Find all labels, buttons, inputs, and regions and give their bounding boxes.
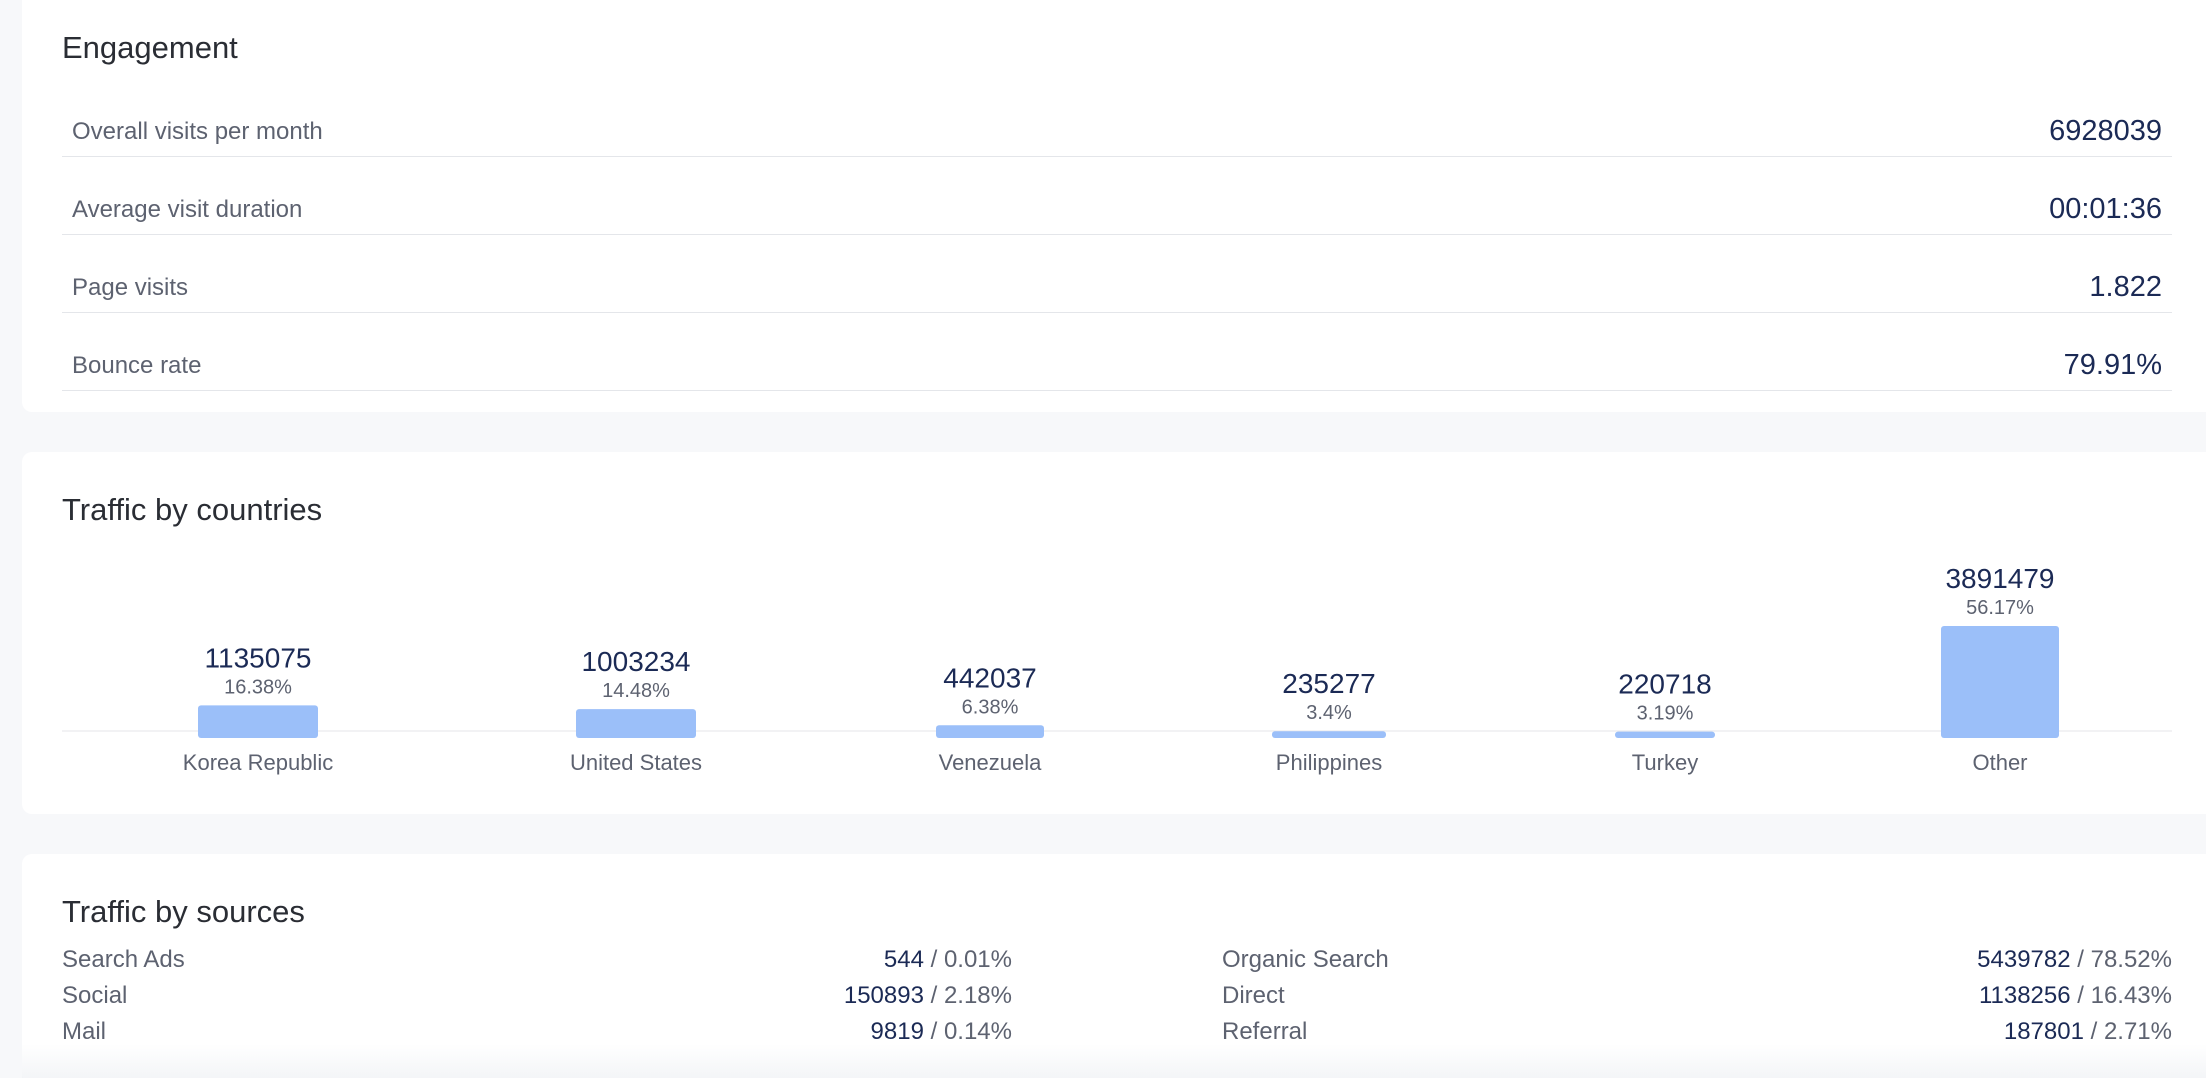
sources-card: Traffic by sources Search Ads 544 / 0.01… xyxy=(22,854,2206,1078)
engagement-label: Overall visits per month xyxy=(72,118,323,145)
source-value: 5439782 / 78.52% xyxy=(1977,946,2172,974)
source-value: 150893 / 2.18% xyxy=(844,982,1012,1010)
engagement-row-visits: Overall visits per month 6928039 xyxy=(62,80,2172,157)
engagement-row-bounce-rate: Bounce rate 79.91% xyxy=(62,314,2172,391)
source-label: Mail xyxy=(62,1018,107,1045)
source-count: 544 xyxy=(883,946,924,973)
engagement-title: Engagement xyxy=(62,30,238,65)
category-label: United States xyxy=(570,750,702,775)
countries-bar-chart: 1135075 16.38% Korea Republic 1003234 14.48%… xyxy=(62,563,2172,775)
bar-percent-label: 6.38% xyxy=(962,696,1019,718)
engagement-value: 1.822 xyxy=(2089,271,2162,303)
source-row-social: Social 150893 / 2.18% xyxy=(62,982,1012,1018)
bar-value-label: 1003234 xyxy=(581,646,690,677)
bar-value-label: 442037 xyxy=(943,662,1036,693)
bar-percent-label: 3.19% xyxy=(1637,703,1694,725)
source-label: Referral xyxy=(1222,1018,1308,1045)
bar-percent-label: 16.38% xyxy=(224,676,292,698)
source-count: 9819 xyxy=(870,1018,924,1045)
sources-column-right: Organic Search 5439782 / 78.52% Direct 1… xyxy=(1222,946,2172,1054)
engagement-label: Page visits xyxy=(72,274,189,301)
source-count: 5439782 xyxy=(1977,946,2071,973)
source-row-direct: Direct 1138256 / 16.43% xyxy=(1222,982,2172,1018)
category-label: Philippines xyxy=(1276,750,1382,775)
bar-percent-label: 3.4% xyxy=(1306,702,1352,724)
source-label: Direct xyxy=(1222,982,1285,1009)
source-percent: / 2.18% xyxy=(923,982,1012,1009)
source-percent: / 0.14% xyxy=(923,1018,1012,1045)
engagement-label: Bounce rate xyxy=(72,352,202,379)
engagement-value: 6928039 xyxy=(2049,115,2162,147)
source-row-mail: Mail 9819 / 0.14% xyxy=(62,1018,1012,1054)
sources-column-left: Search Ads 544 / 0.01% Social 150893 / 2… xyxy=(62,946,1012,1054)
bar xyxy=(576,709,696,738)
source-count: 150893 xyxy=(843,982,924,1009)
category-label: Turkey xyxy=(1632,750,1698,775)
bar xyxy=(198,705,318,738)
source-label: Organic Search xyxy=(1222,946,1389,973)
source-value: 187801 / 2.71% xyxy=(2004,1018,2172,1046)
bar xyxy=(936,725,1044,738)
sources-title: Traffic by sources xyxy=(62,894,305,929)
page: Engagement Overall visits per month 6928… xyxy=(0,0,2206,1078)
engagement-card: Engagement Overall visits per month 6928… xyxy=(22,0,2206,412)
source-row-organic-search: Organic Search 5439782 / 78.52% xyxy=(1222,946,2172,982)
countries-title: Traffic by countries xyxy=(62,492,323,527)
countries-card: Traffic by countries 1135075 16.38% Korea … xyxy=(22,452,2206,814)
source-row-search-ads: Search Ads 544 / 0.01% xyxy=(62,946,1012,982)
bar xyxy=(1941,626,2059,738)
source-row-referral: Referral 187801 / 2.71% xyxy=(1222,1018,2172,1054)
source-value: 9819 / 0.14% xyxy=(871,1018,1012,1046)
category-label: Other xyxy=(1972,750,2027,775)
bar-value-label: 220718 xyxy=(1618,669,1711,700)
source-count: 1138256 xyxy=(1978,982,2071,1009)
category-label: Korea Republic xyxy=(183,750,333,775)
source-label: Search Ads xyxy=(62,946,185,973)
bar xyxy=(1615,731,1715,738)
source-label: Social xyxy=(62,982,128,1009)
source-percent: / 0.01% xyxy=(923,946,1012,973)
source-value: 544 / 0.01% xyxy=(884,946,1012,974)
engagement-label: Average visit duration xyxy=(72,196,303,223)
bar-value-label: 1135075 xyxy=(205,642,312,673)
bar-value-label: 235277 xyxy=(1282,668,1375,699)
engagement-list: Overall visits per month 6928039 Average… xyxy=(62,80,2172,391)
bar-value-label: 3891479 xyxy=(1945,563,2054,594)
engagement-value: 79.91% xyxy=(2063,349,2162,381)
source-value: 1138256 / 16.43% xyxy=(1979,982,2172,1010)
source-percent: / 2.71% xyxy=(2083,1018,2172,1045)
category-label: Venezuela xyxy=(939,750,1043,775)
bar-percent-label: 56.17% xyxy=(1966,597,2034,619)
engagement-row-duration: Average visit duration 00:01:36 xyxy=(62,158,2172,235)
engagement-value: 00:01:36 xyxy=(2049,193,2162,225)
bar xyxy=(1272,731,1386,738)
engagement-row-page-visits: Page visits 1.822 xyxy=(62,236,2172,313)
source-percent: / 16.43% xyxy=(2070,982,2172,1009)
bar-percent-label: 14.48% xyxy=(602,680,670,702)
source-percent: / 78.52% xyxy=(2070,946,2172,973)
source-count: 187801 xyxy=(2003,1018,2084,1045)
